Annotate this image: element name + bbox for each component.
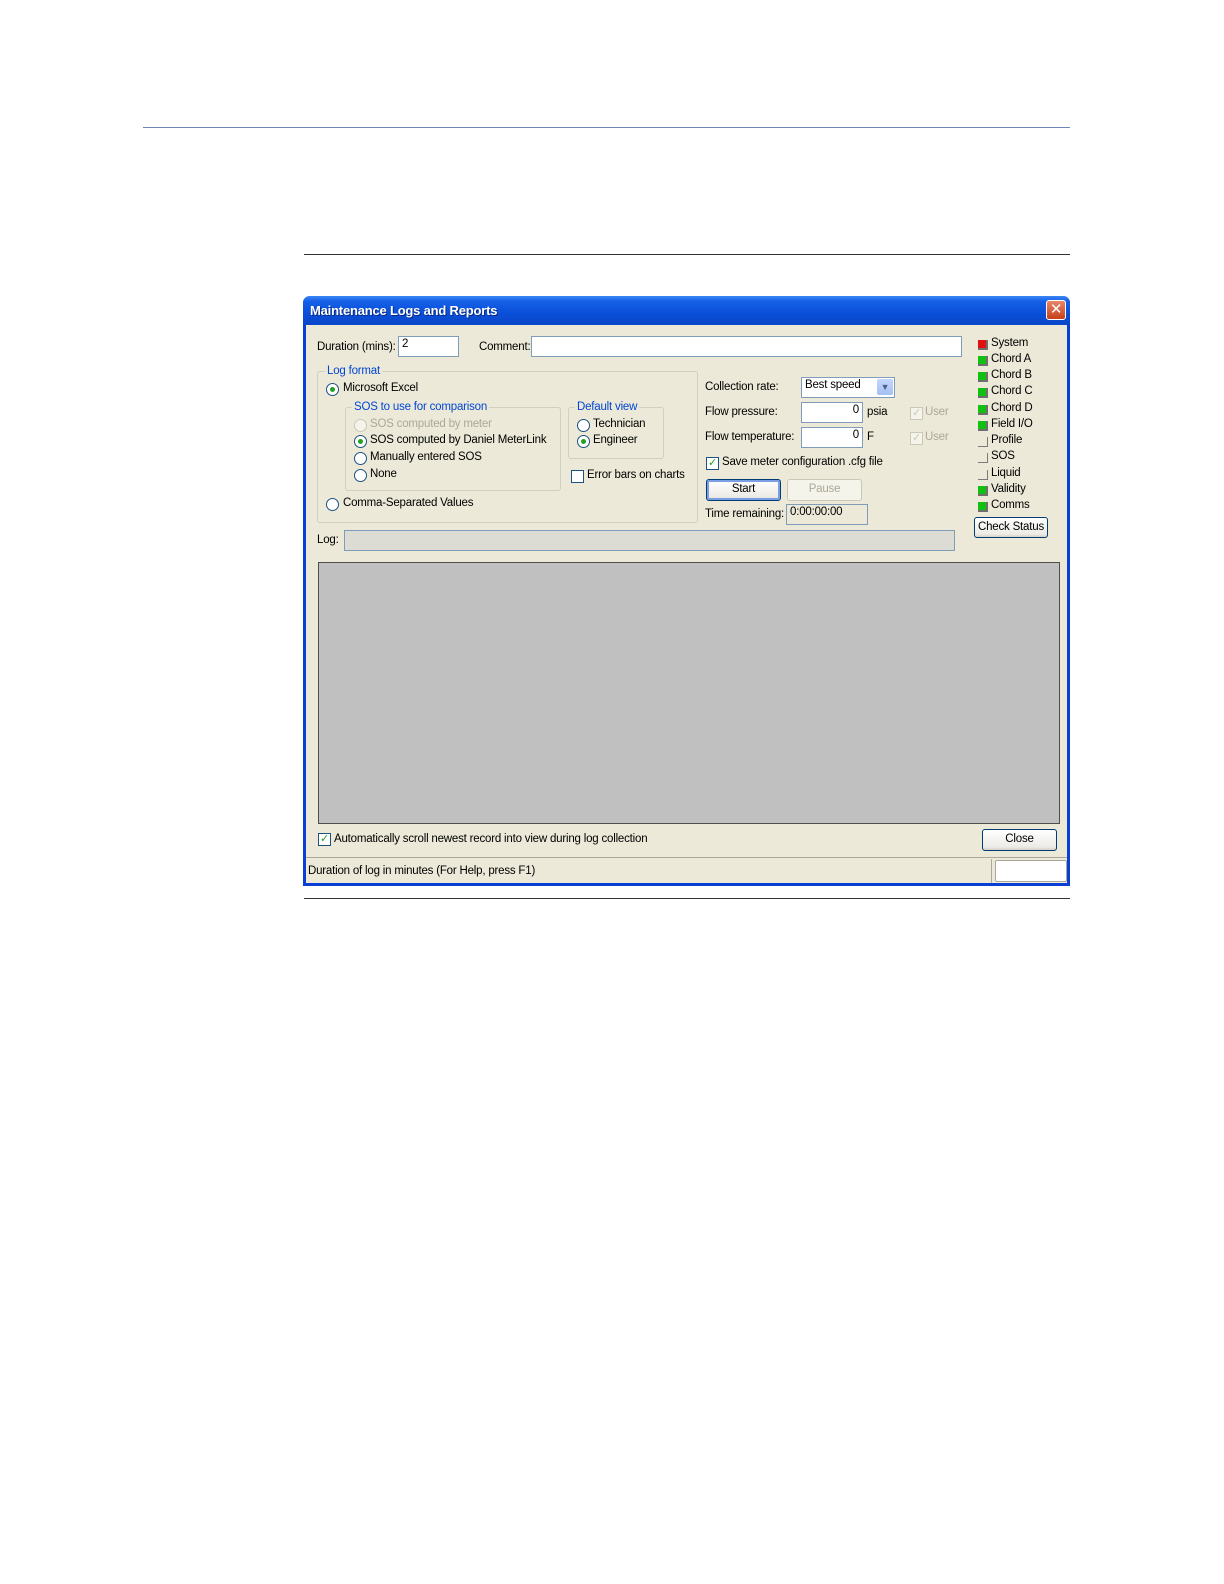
- duration-input[interactable]: 2: [398, 336, 459, 357]
- statusbar-separator: [991, 859, 992, 883]
- check-status-button[interactable]: Check Status: [974, 517, 1048, 538]
- comment-input[interactable]: [531, 336, 962, 357]
- status-system-label: System: [991, 337, 1029, 349]
- sos-none-radio[interactable]: [354, 469, 367, 482]
- engineer-label: Engineer: [593, 434, 638, 446]
- status-validity-label: Validity: [991, 483, 1026, 495]
- save-config-label: Save meter configuration .cfg file: [722, 456, 883, 468]
- field-io-led-icon: [978, 421, 988, 431]
- temperature-user-checkbox[interactable]: ✓: [910, 432, 923, 445]
- temperature-user-label: User: [925, 431, 949, 443]
- engineer-radio[interactable]: [577, 435, 590, 448]
- sos-none-label: None: [370, 468, 397, 480]
- time-remaining-label: Time remaining:: [705, 508, 785, 520]
- technician-label: Technician: [593, 418, 646, 430]
- collection-rate-label: Collection rate:: [705, 381, 779, 393]
- auto-scroll-label: Automatically scroll newest record into …: [334, 833, 648, 845]
- status-comms-label: Comms: [991, 499, 1030, 511]
- duration-label: Duration (mins):: [317, 341, 396, 353]
- sos-meterlink-radio[interactable]: [354, 435, 367, 448]
- sos-led-icon: [978, 453, 988, 463]
- statusbar-divider: [306, 857, 1067, 858]
- flow-temperature-unit: F: [867, 431, 874, 443]
- time-remaining-value: 0:00:00:00: [786, 504, 868, 525]
- chord-c-led-icon: [978, 388, 988, 398]
- flow-pressure-input[interactable]: 0: [801, 402, 863, 423]
- flow-temperature-input[interactable]: 0: [801, 427, 863, 448]
- start-button[interactable]: Start: [706, 479, 781, 501]
- csv-radio[interactable]: [326, 498, 339, 511]
- csv-label: Comma-Separated Values: [343, 497, 474, 509]
- figure-top-rule: [304, 254, 1070, 255]
- comms-led-icon: [978, 502, 988, 512]
- comment-label: Comment:: [479, 341, 531, 353]
- sos-manual-label: Manually entered SOS: [370, 451, 482, 463]
- chevron-down-icon[interactable]: ▼: [877, 379, 893, 395]
- maintenance-logs-window: Maintenance Logs and Reports ✕ Duration …: [303, 296, 1070, 886]
- sos-manual-radio[interactable]: [354, 452, 367, 465]
- validity-led-icon: [978, 486, 988, 496]
- default-view-title: Default view: [575, 401, 640, 413]
- status-liquid-label: Liquid: [991, 467, 1021, 479]
- chord-a-led-icon: [978, 356, 988, 366]
- status-field-io-label: Field I/O: [991, 418, 1033, 430]
- window-title: Maintenance Logs and Reports: [310, 303, 498, 318]
- error-bars-checkbox[interactable]: [571, 470, 584, 483]
- status-chord-d-label: Chord D: [991, 402, 1033, 414]
- collection-rate-select[interactable]: Best speed ▼: [801, 377, 895, 398]
- liquid-led-icon: [978, 470, 988, 480]
- statusbar-pane: [995, 860, 1067, 882]
- collection-rate-value: Best speed: [805, 379, 861, 391]
- sos-group-title: SOS to use for comparison: [352, 401, 490, 413]
- status-chord-b-label: Chord B: [991, 369, 1032, 381]
- log-display-area[interactable]: [318, 562, 1060, 824]
- technician-radio[interactable]: [577, 419, 590, 432]
- sos-meter-radio[interactable]: [354, 419, 367, 432]
- excel-radio[interactable]: [326, 383, 339, 396]
- error-bars-label: Error bars on charts: [587, 469, 685, 481]
- profile-led-icon: [978, 437, 988, 447]
- status-profile-label: Profile: [991, 434, 1023, 446]
- flow-pressure-unit: psia: [867, 406, 888, 418]
- close-button[interactable]: Close: [982, 829, 1057, 851]
- system-led-icon: [978, 340, 988, 350]
- auto-scroll-checkbox[interactable]: ✓: [318, 833, 331, 846]
- sos-meterlink-label: SOS computed by Daniel MeterLink: [370, 434, 547, 446]
- sos-meter-label: SOS computed by meter: [370, 418, 492, 430]
- status-chord-c-label: Chord C: [991, 385, 1033, 397]
- figure-bottom-rule: [304, 898, 1070, 899]
- save-config-checkbox[interactable]: ✓: [706, 457, 719, 470]
- pressure-user-label: User: [925, 406, 949, 418]
- title-bar[interactable]: Maintenance Logs and Reports ✕: [303, 296, 1070, 325]
- log-label: Log:: [317, 534, 339, 546]
- chord-b-led-icon: [978, 372, 988, 382]
- close-window-icon[interactable]: ✕: [1046, 300, 1066, 320]
- log-path-field: [344, 530, 955, 551]
- flow-pressure-label: Flow pressure:: [705, 406, 778, 418]
- page-header-rule: [143, 127, 1070, 128]
- flow-temperature-label: Flow temperature:: [705, 431, 795, 443]
- status-chord-a-label: Chord A: [991, 353, 1032, 365]
- default-view-group: [568, 407, 664, 459]
- status-sos-label: SOS: [991, 450, 1015, 462]
- pause-button[interactable]: Pause: [787, 479, 862, 501]
- statusbar-text: Duration of log in minutes (For Help, pr…: [308, 865, 536, 877]
- chord-d-led-icon: [978, 405, 988, 415]
- pressure-user-checkbox[interactable]: ✓: [910, 407, 923, 420]
- log-format-title: Log format: [325, 365, 382, 377]
- excel-label: Microsoft Excel: [343, 382, 418, 394]
